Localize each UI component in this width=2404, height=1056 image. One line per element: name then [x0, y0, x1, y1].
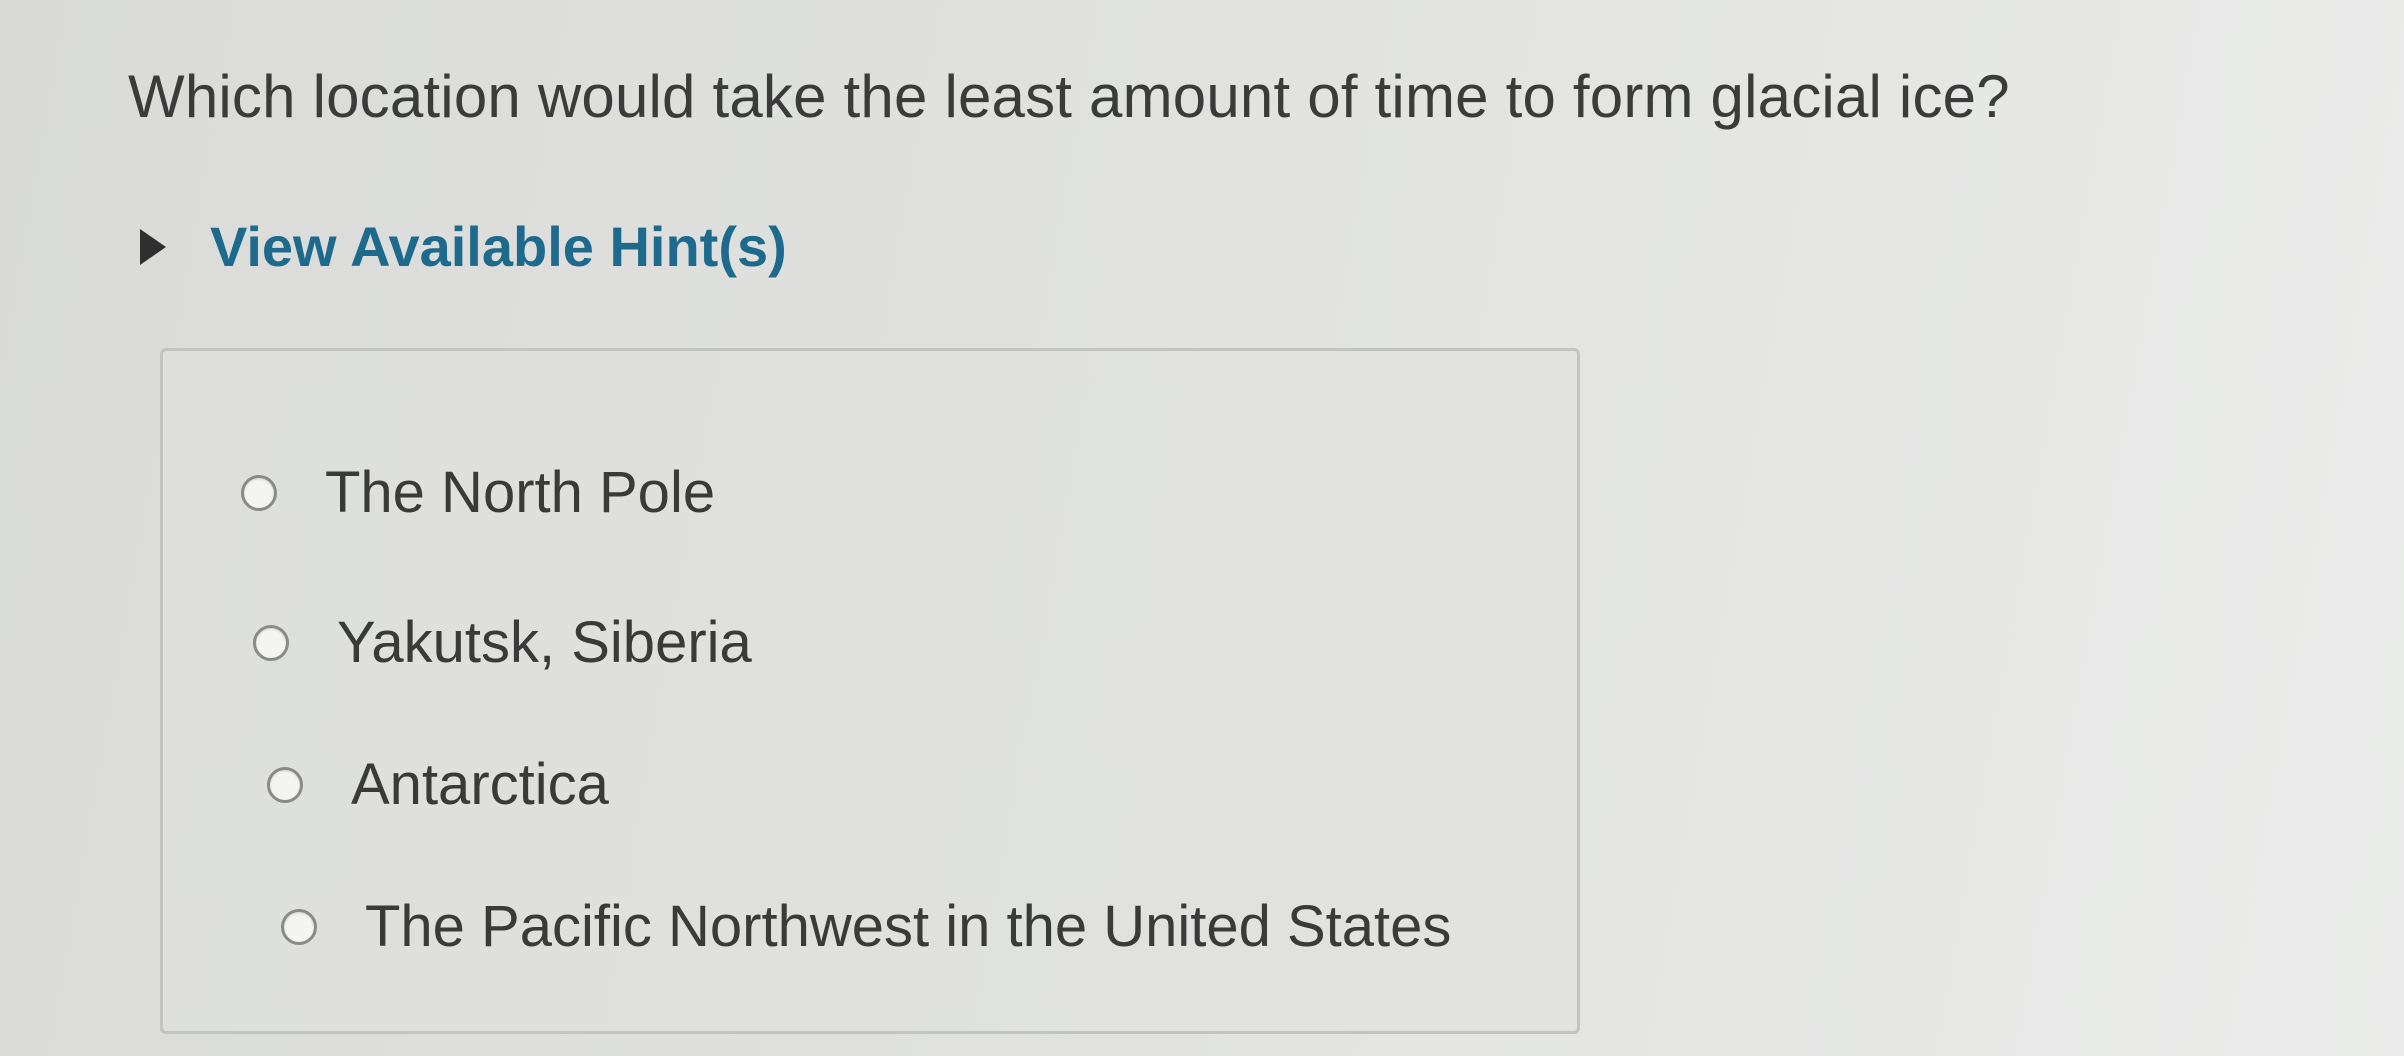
choice-yakutsk-siberia[interactable]: Yakutsk, Siberia [253, 609, 752, 676]
choice-label: Yakutsk, Siberia [337, 610, 752, 675]
caret-right-icon [140, 228, 166, 265]
choice-label: Antarctica [351, 752, 609, 817]
choice-label: The North Pole [325, 460, 716, 525]
choice-label: The Pacific Northwest in the United Stat… [365, 894, 1452, 959]
choice-the-north-pole[interactable]: The North Pole [241, 459, 715, 526]
radio-button-icon[interactable] [253, 624, 289, 661]
choice-pacific-northwest[interactable]: The Pacific Northwest in the United Stat… [281, 893, 1451, 960]
radio-button-icon[interactable] [281, 908, 317, 945]
answer-choices-box: The North Pole Yakutsk, Siberia Antarcti… [160, 348, 1580, 1034]
radio-button-icon[interactable] [241, 474, 277, 511]
view-hints-toggle[interactable]: View Available Hint(s) [140, 214, 787, 279]
view-hints-label: View Available Hint(s) [210, 215, 787, 278]
choice-antarctica[interactable]: Antarctica [267, 751, 609, 818]
question-text: Which location would take the least amou… [128, 63, 2010, 130]
radio-button-icon[interactable] [267, 766, 303, 803]
